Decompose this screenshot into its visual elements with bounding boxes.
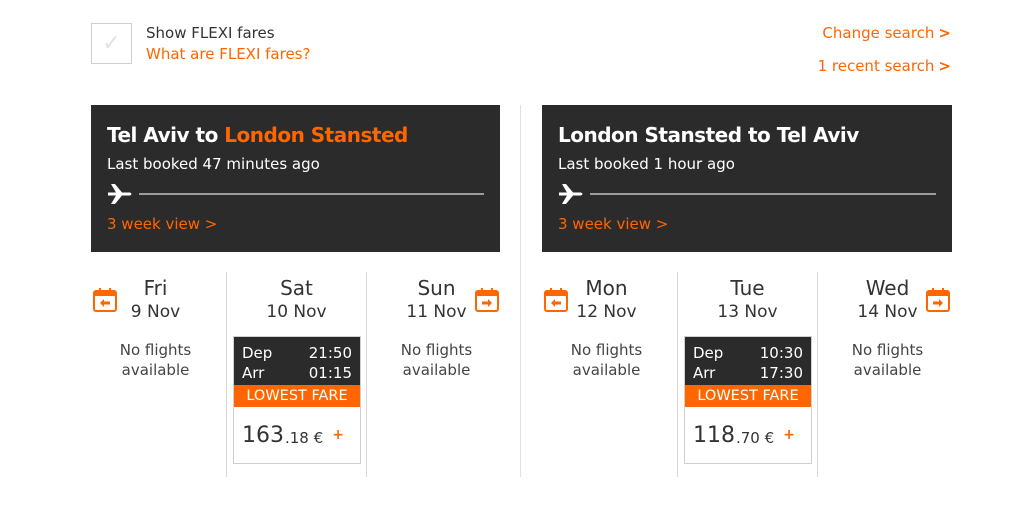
three-week-view-link[interactable]: 3 week view > xyxy=(107,215,217,233)
outbound-route-card: Tel Aviv to London Stansted Last booked … xyxy=(91,105,500,252)
flight-times: Dep 21:50 Arr 01:15 xyxy=(234,337,360,385)
check-icon: ✓ xyxy=(102,31,121,56)
day-date: 12 Nov xyxy=(576,302,637,322)
day-column-fri: Fri 9 Nov No flights available xyxy=(85,272,226,477)
day-name: Fri xyxy=(143,276,168,300)
day-name: Sun xyxy=(417,276,456,300)
day-column-sun: Sun 11 Nov No flights available xyxy=(366,272,507,477)
change-search-link[interactable]: Change search > xyxy=(822,24,951,42)
flight-times: Dep 10:30 Arr 17:30 xyxy=(685,337,811,385)
day-date: 13 Nov xyxy=(717,302,778,322)
lowest-fare-badge: LOWEST FARE xyxy=(685,385,811,407)
return-route-card: London Stansted to Tel Aviv Last booked … xyxy=(542,105,952,252)
dep-time: 21:50 xyxy=(308,344,352,362)
route-destination: London Stansted xyxy=(224,123,408,147)
journey-divider xyxy=(520,105,521,477)
day-column-mon: Mon 12 Nov No flights available xyxy=(536,272,677,477)
day-date: 9 Nov xyxy=(130,302,181,322)
dep-label: Dep xyxy=(693,344,724,362)
flight-option[interactable]: Dep 21:50 Arr 01:15 LOWEST FARE 163.18 € + xyxy=(233,336,361,464)
day-date: 14 Nov xyxy=(857,302,918,322)
three-week-view-link[interactable]: 3 week view > xyxy=(558,215,668,233)
no-flights-text: No flights available xyxy=(119,341,192,379)
day-column-sat: Sat 10 Nov Dep 21:50 Arr 01:15 LOWEST FARE… xyxy=(226,272,367,477)
price-integer: 118 xyxy=(693,422,735,448)
fare-price: 118.70 € + xyxy=(685,407,811,463)
no-flights-text: No flights available xyxy=(851,341,924,379)
price-decimal: .70 € xyxy=(736,429,775,447)
dep-label: Dep xyxy=(242,344,273,362)
day-name: Tue xyxy=(730,276,765,300)
change-search-label: Change search xyxy=(822,24,935,42)
day-column-tue: Tue 13 Nov Dep 10:30 Arr 17:30 LOWEST FARE… xyxy=(677,272,818,477)
plane-icon xyxy=(559,184,583,204)
recent-search-link[interactable]: 1 recent search > xyxy=(818,57,951,75)
day-column-wed: Wed 14 Nov No flights available xyxy=(817,272,958,477)
day-date: 11 Nov xyxy=(406,302,467,322)
route-title: London Stansted to Tel Aviv xyxy=(558,123,859,147)
price-decimal: .18 € xyxy=(285,429,324,447)
lowest-fare-badge: LOWEST FARE xyxy=(234,385,360,407)
route-title: Tel Aviv to London Stansted xyxy=(107,123,408,147)
day-name: Wed xyxy=(865,276,910,300)
route-line xyxy=(558,183,936,205)
last-booked-text: Last booked 1 hour ago xyxy=(558,155,735,173)
fare-price: 163.18 € + xyxy=(234,407,360,463)
price-integer: 163 xyxy=(242,422,284,448)
no-flights-text: No flights available xyxy=(570,341,643,379)
dep-time: 10:30 xyxy=(759,344,803,362)
plane-icon xyxy=(108,184,132,204)
route-origin: Tel Aviv to xyxy=(107,123,218,147)
flexi-checkbox[interactable]: ✓ xyxy=(91,23,132,64)
flexi-label: Show FLEXI fares xyxy=(146,24,275,42)
arr-label: Arr xyxy=(242,364,265,382)
last-booked-text: Last booked 47 minutes ago xyxy=(107,155,320,173)
no-flights-text: No flights available xyxy=(400,341,473,379)
arr-label: Arr xyxy=(693,364,716,382)
flight-option[interactable]: Dep 10:30 Arr 17:30 LOWEST FARE 118.70 € + xyxy=(684,336,812,464)
chevron-right-icon: > xyxy=(938,24,951,42)
day-name: Sat xyxy=(280,276,313,300)
recent-search-label: 1 recent search xyxy=(817,57,935,75)
chevron-right-icon: > xyxy=(938,57,951,75)
arr-time: 01:15 xyxy=(308,364,352,382)
add-icon[interactable]: + xyxy=(332,427,344,443)
day-name: Mon xyxy=(585,276,628,300)
add-icon[interactable]: + xyxy=(783,427,795,443)
arr-time: 17:30 xyxy=(759,364,803,382)
flexi-info-link[interactable]: What are FLEXI fares? xyxy=(146,45,310,63)
day-date: 10 Nov xyxy=(266,302,327,322)
route-line xyxy=(107,183,484,205)
